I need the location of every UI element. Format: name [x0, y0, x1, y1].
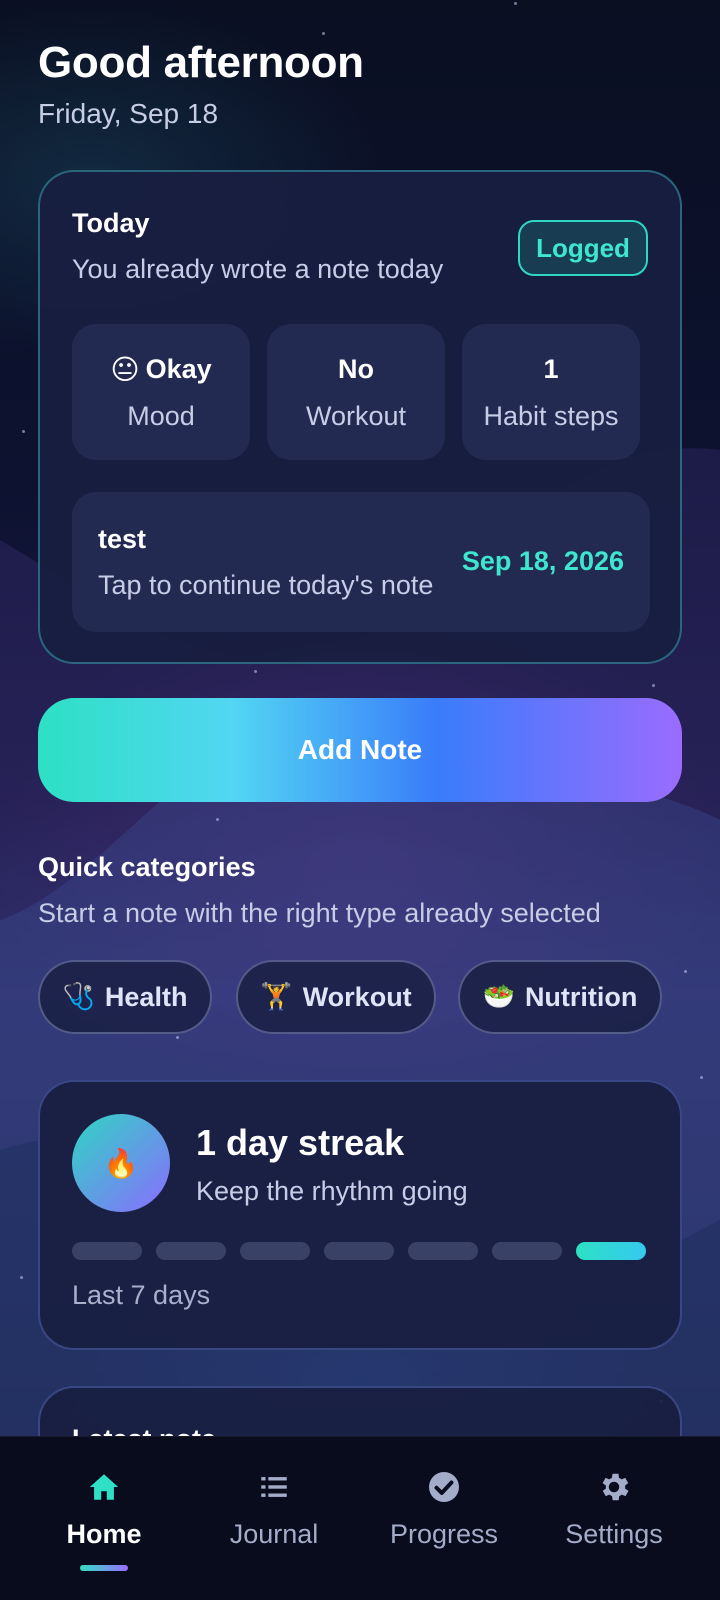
- today-subtitle: You already wrote a note today: [72, 254, 444, 284]
- today-card[interactable]: Today You already wrote a note today Log…: [38, 170, 682, 664]
- habit-steps-stat[interactable]: 1 Habit steps: [462, 324, 640, 460]
- chip-health[interactable]: 🩺 Health: [38, 960, 212, 1034]
- check-circle-icon: [424, 1467, 464, 1507]
- nav-settings[interactable]: Settings: [529, 1437, 699, 1600]
- flame-glyph: 🔥: [103, 1146, 139, 1180]
- note-date: Sep 18, 2026: [461, 546, 624, 576]
- flame-icon: 🔥: [72, 1114, 170, 1212]
- nav-label-home: Home: [66, 1519, 142, 1549]
- list-icon: [254, 1467, 294, 1507]
- streak-card: 🔥 1 day streak Keep the rhythm going Las…: [38, 1080, 682, 1350]
- mood-value-row: 😐 Okay: [110, 353, 211, 387]
- logged-badge: Logged: [518, 220, 648, 276]
- mood-stat[interactable]: 😐 Okay Mood: [72, 324, 250, 460]
- today-note-row[interactable]: test Tap to continue today's note Sep 18…: [72, 492, 650, 632]
- date-subtitle: Friday, Sep 18: [38, 98, 219, 129]
- chip-nutrition[interactable]: 🥗 Nutrition: [458, 960, 662, 1034]
- chip-label: Nutrition: [524, 981, 638, 1012]
- streak-day-indicator: [156, 1242, 226, 1260]
- habit-steps-label: Habit steps: [483, 400, 619, 431]
- stethoscope-icon: 🩺: [62, 982, 95, 1012]
- salad-icon: 🥗: [482, 982, 515, 1012]
- streak-subtitle: Keep the rhythm going: [196, 1176, 468, 1206]
- today-title: Today: [72, 208, 150, 238]
- streak-day-indicator: [324, 1242, 394, 1260]
- chip-label: Workout: [302, 981, 412, 1012]
- streak-day-indicator: [408, 1242, 478, 1260]
- chip-workout[interactable]: 🏋 Workout: [236, 960, 436, 1034]
- weightlifter-icon: 🏋: [260, 982, 293, 1012]
- note-title: test: [98, 524, 147, 554]
- nav-label-settings: Settings: [565, 1519, 663, 1549]
- active-tab-indicator: [80, 1565, 128, 1571]
- nav-label-progress: Progress: [389, 1519, 499, 1549]
- note-subtitle: Tap to continue today's note: [98, 570, 434, 600]
- quick-categories-subtitle: Start a note with the right type already…: [38, 898, 601, 928]
- mood-label: Mood: [127, 400, 195, 431]
- habit-steps-value: 1: [543, 354, 559, 384]
- workout-value: No: [338, 354, 374, 384]
- quick-categories-title: Quick categories: [38, 852, 256, 882]
- streak-day-indicator: [576, 1242, 646, 1260]
- streak-title: 1 day streak: [196, 1122, 405, 1163]
- nav-journal[interactable]: Journal: [189, 1437, 359, 1600]
- workout-label: Workout: [305, 400, 407, 431]
- streak-day-indicator: [240, 1242, 310, 1260]
- greeting-title: Good afternoon: [38, 38, 364, 87]
- nav-label-journal: Journal: [229, 1519, 319, 1549]
- streak-day-indicator: [492, 1242, 562, 1260]
- streak-day-indicator: [72, 1242, 142, 1260]
- nav-progress[interactable]: Progress: [359, 1437, 529, 1600]
- workout-stat[interactable]: No Workout: [267, 324, 445, 460]
- add-note-button[interactable]: Add Note: [38, 698, 682, 802]
- mood-value: Okay: [145, 354, 212, 384]
- streak-footer: Last 7 days: [72, 1280, 211, 1310]
- neutral-face-icon: 😐: [110, 353, 140, 386]
- gear-icon: [594, 1467, 634, 1507]
- home-icon: [84, 1467, 124, 1507]
- chip-label: Health: [104, 981, 188, 1012]
- bottom-navigation: Home Journal Progress Settings: [0, 1436, 720, 1600]
- nav-home[interactable]: Home: [19, 1437, 189, 1600]
